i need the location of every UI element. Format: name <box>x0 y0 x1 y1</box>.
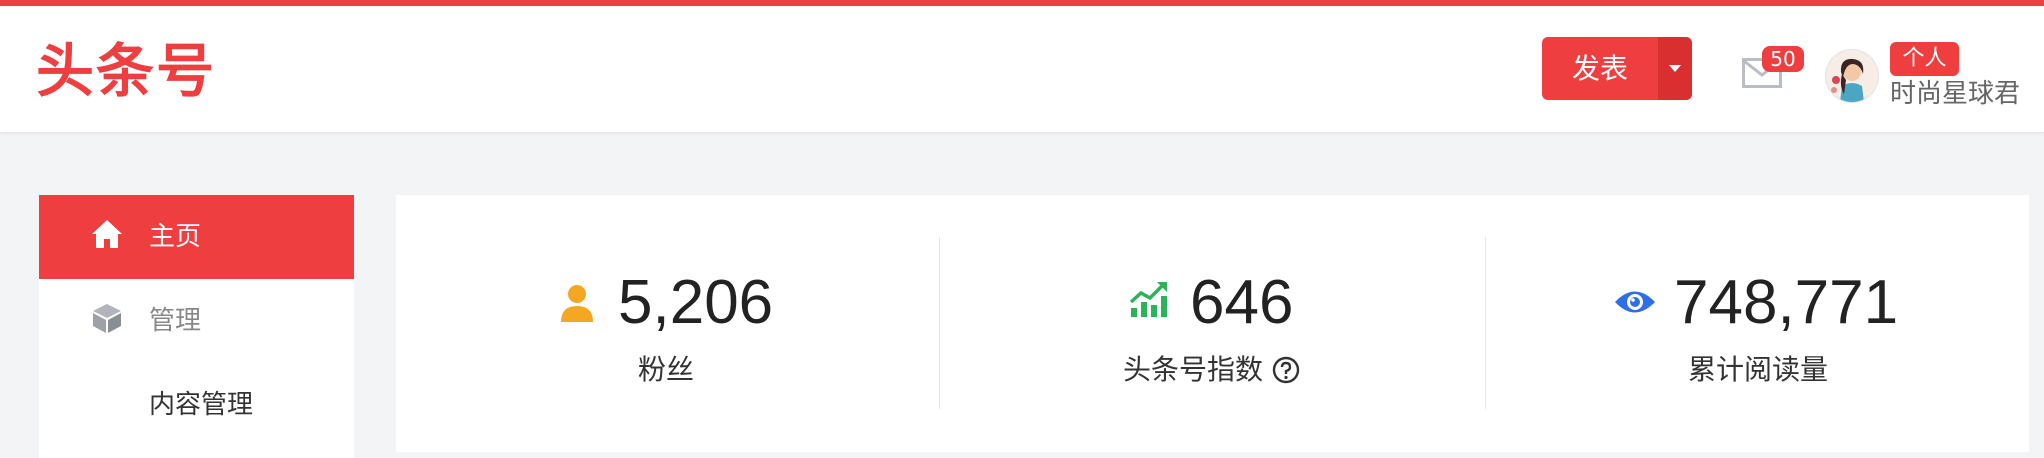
publish-button[interactable]: 发表 <box>1542 37 1658 100</box>
mail-count-badge: 50 <box>1762 46 1804 72</box>
home-icon <box>91 218 123 250</box>
account-type-badge: 个人 <box>1890 42 1959 76</box>
username[interactable]: 时尚星球君 <box>1890 76 2020 112</box>
stats-panel: 5,206 粉丝 646 头条号指数 748,771 累计阅读量 <box>396 195 2029 452</box>
help-icon[interactable] <box>1272 356 1300 384</box>
logo[interactable]: 头条号 <box>36 38 216 104</box>
sidebar: 主页 管理 内容管理 <box>39 195 354 458</box>
sidebar-item-label: 内容管理 <box>149 390 254 420</box>
total-reads-label: 累计阅读量 <box>1688 353 1829 386</box>
top-header: 头条号 发表 50 个人 时尚星球君 <box>0 6 2044 133</box>
user-icon <box>560 284 594 326</box>
sidebar-item-manage[interactable]: 管理 <box>39 279 354 363</box>
total-reads-value: 748,771 <box>1674 268 1899 337</box>
cube-icon <box>91 302 123 334</box>
trend-chart-icon <box>1129 280 1169 322</box>
toutiao-index-value: 646 <box>1190 268 1294 337</box>
sidebar-item-home[interactable]: 主页 <box>39 195 354 279</box>
caret-down-icon <box>1669 65 1681 72</box>
toutiao-index-label: 头条号指数 <box>1123 353 1264 386</box>
sidebar-item-content-management[interactable]: 内容管理 <box>39 363 354 447</box>
fans-label: 粉丝 <box>638 353 695 386</box>
stats-divider <box>1485 237 1486 409</box>
stats-divider <box>939 237 940 409</box>
sidebar-item-label: 管理 <box>149 306 202 336</box>
eye-icon <box>1614 287 1656 321</box>
avatar[interactable] <box>1826 50 1878 102</box>
publish-split-button: 发表 <box>1542 37 1692 100</box>
sidebar-item-label: 主页 <box>149 222 202 252</box>
fans-count: 5,206 <box>618 268 774 337</box>
publish-dropdown-toggle[interactable] <box>1658 37 1692 100</box>
